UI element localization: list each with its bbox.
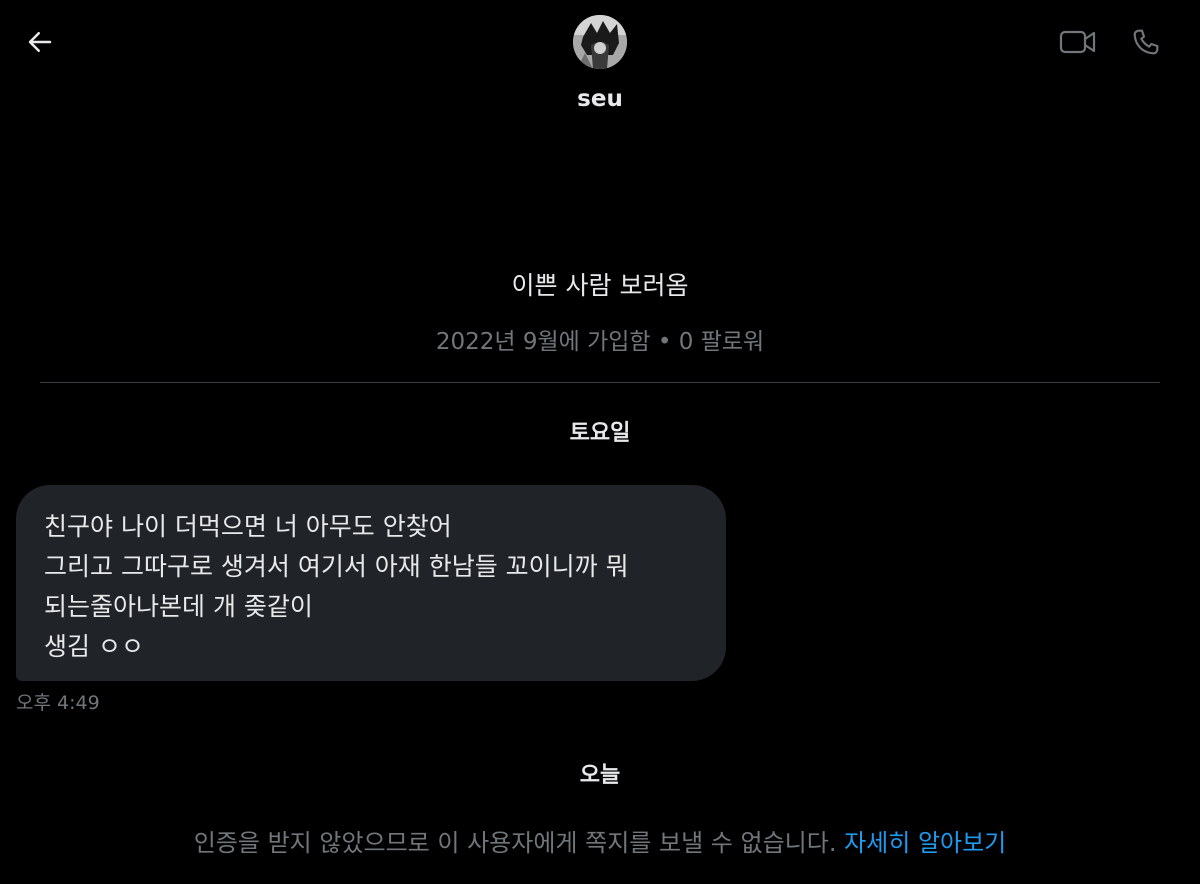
learn-more-link[interactable]: 자세히 알아보기	[844, 829, 1006, 857]
notice-text: 인증을 받지 않았으므로 이 사용자에게 쪽지를 보낼 수 없습니다.	[193, 829, 845, 857]
video-camera-icon	[1059, 30, 1096, 54]
day-separator-today: 오늘	[579, 763, 621, 788]
message-bubble[interactable]: 친구야 나이 더먹으면 너 아무도 안찾어 그리고 그따구로 생겨서 여기서 아…	[16, 485, 726, 681]
message-line: 그리고 그따구로 생겨서 여기서 아재 한남들 꼬이니까 뭐	[44, 552, 629, 581]
message-timestamp: 오후 4:49	[16, 692, 100, 714]
phone-icon	[1133, 29, 1159, 55]
back-button[interactable]	[22, 24, 58, 60]
day-separator-saturday: 토요일	[569, 421, 631, 446]
arrow-left-icon	[28, 32, 52, 52]
profile-joined-info: 2022년 9월에 가입함 • 0 팔로워	[435, 329, 765, 355]
contact-name[interactable]: seu	[0, 86, 1200, 112]
voice-call-button[interactable]	[1126, 24, 1166, 60]
message-line: 친구야 나이 더먹으면 너 아무도 안찾어	[44, 512, 452, 541]
cannot-message-notice: 인증을 받지 않았으므로 이 사용자에게 쪽지를 보낼 수 없습니다. 자세히 …	[0, 823, 1200, 858]
conversation-header: seu	[0, 0, 1200, 130]
divider	[40, 382, 1160, 383]
avatar-image	[573, 15, 627, 69]
message-line: 되는줄아나본데 개 좆같이	[44, 592, 313, 621]
video-call-button[interactable]	[1058, 24, 1098, 60]
avatar[interactable]	[573, 15, 627, 69]
profile-bio: 이쁜 사람 보러옴	[511, 271, 689, 300]
message-line: 생김 ㅇㅇ	[44, 632, 144, 661]
